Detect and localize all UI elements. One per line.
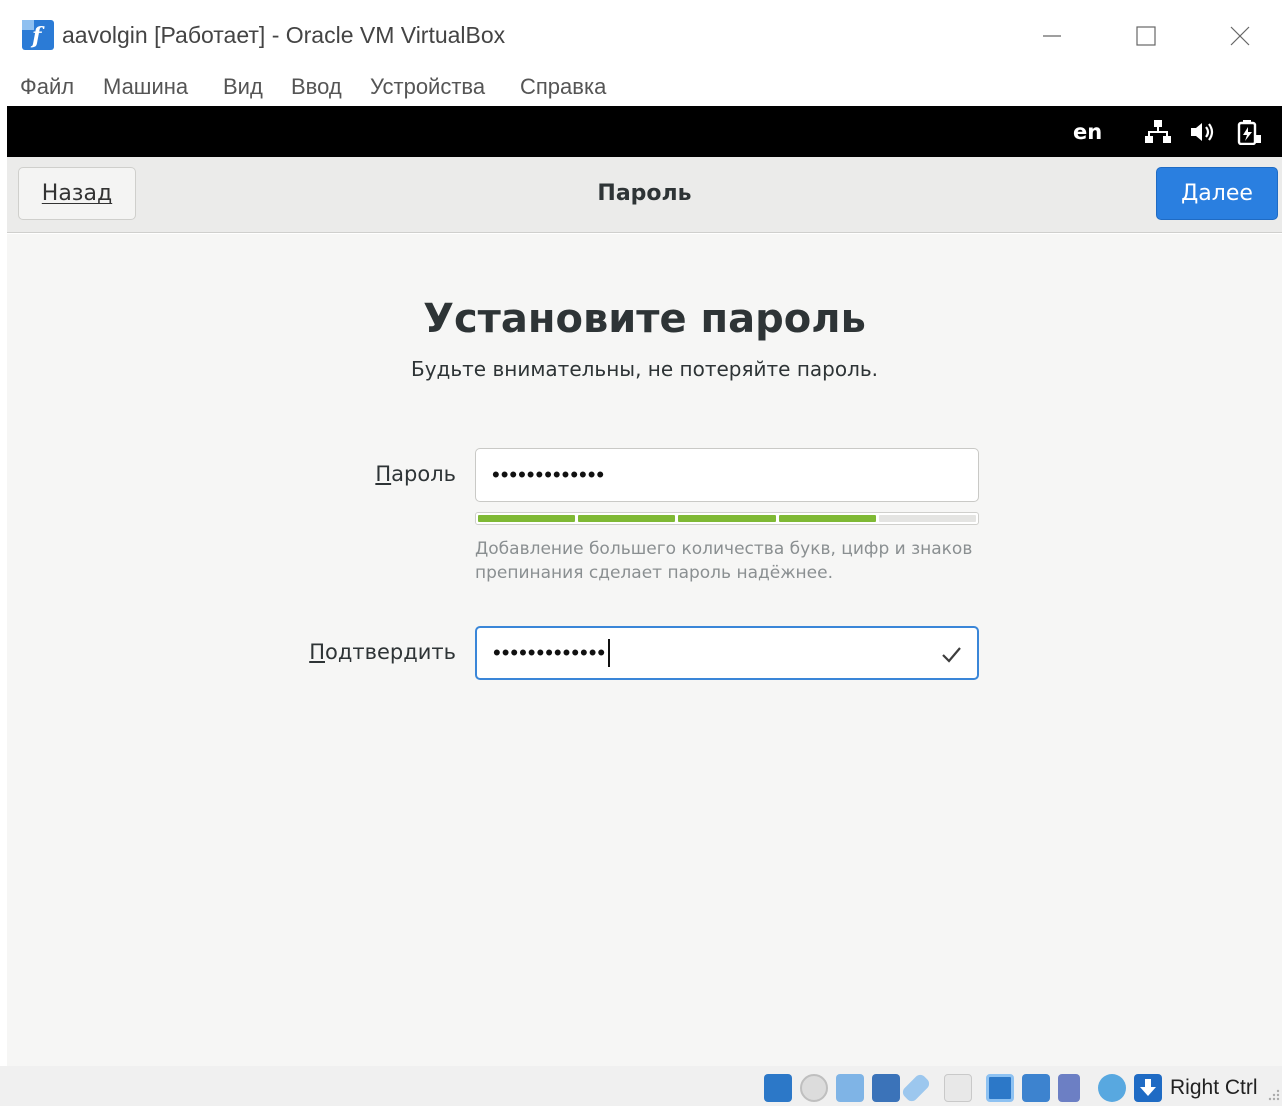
password-field[interactable]: •••••••••••••: [475, 448, 979, 502]
network-adapter-icon[interactable]: [872, 1074, 900, 1102]
confirm-password-field[interactable]: •••••••••••••: [475, 626, 979, 680]
confirm-label: Подтвердить: [309, 640, 456, 664]
vbox-icon[interactable]: [1058, 1074, 1080, 1102]
password-label: Пароль: [375, 462, 456, 486]
strength-segment: [778, 515, 876, 522]
volume-icon[interactable]: [1189, 119, 1217, 145]
menu-devices[interactable]: Устройства: [370, 74, 485, 100]
audio-icon[interactable]: [836, 1074, 864, 1102]
shared-folders-icon[interactable]: [944, 1074, 972, 1102]
menu-help[interactable]: Справка: [520, 74, 606, 100]
password-hint: Добавление большего количества букв, циф…: [475, 539, 973, 583]
installer-header: Назад Пароль Далее: [7, 157, 1282, 233]
battery-icon[interactable]: [1235, 119, 1263, 146]
hdd-icon[interactable]: [764, 1074, 792, 1102]
confirm-value: •••••••••••••: [493, 640, 607, 665]
vbox-status-bar: Right Ctrl: [0, 1066, 1282, 1106]
menu-input[interactable]: Ввод: [291, 74, 342, 100]
menu-view[interactable]: Вид: [223, 74, 263, 100]
strength-segment: [578, 515, 676, 522]
window-title: aavolgin [Работает] - Oracle VM VirtualB…: [62, 22, 506, 48]
usb-icon[interactable]: [900, 1072, 932, 1104]
video-capture-icon[interactable]: [1022, 1074, 1050, 1102]
page-heading: Установите пароль: [423, 296, 866, 342]
guest-top-bar: en: [7, 106, 1282, 157]
minimize-icon[interactable]: [1032, 18, 1072, 54]
mouse-integration-icon[interactable]: [1098, 1074, 1126, 1102]
password-value: •••••••••••••: [492, 462, 606, 487]
display-icon[interactable]: [986, 1074, 1014, 1102]
keyboard-layout-indicator[interactable]: en: [1073, 120, 1102, 144]
page-subheading: Будьте внимательны, не потеряйте пароль.: [410, 357, 879, 381]
password-strength-bar: [475, 512, 979, 525]
next-button[interactable]: Далее: [1156, 167, 1278, 220]
close-icon[interactable]: [1220, 18, 1260, 54]
page-title: Пароль: [597, 181, 692, 206]
strength-segment: [478, 515, 576, 522]
password-page: Установите пароль Будьте внимательны, не…: [7, 234, 1282, 1066]
optical-drive-icon[interactable]: [800, 1074, 828, 1102]
menu-bar: Файл Машина Вид Ввод Устройства Справка: [0, 68, 1282, 106]
window-titlebar: f aavolgin [Работает] - Oracle VM Virtua…: [0, 0, 1282, 68]
strength-segment: [678, 515, 776, 522]
network-icon[interactable]: [1144, 119, 1172, 145]
maximize-icon[interactable]: [1126, 18, 1166, 54]
text-caret: [608, 639, 611, 667]
host-key-label: Right Ctrl: [1170, 1076, 1258, 1099]
resize-grip-icon[interactable]: [1268, 1088, 1280, 1101]
next-button-label: Далее: [1181, 181, 1253, 206]
menu-machine[interactable]: Машина: [103, 74, 188, 100]
keyboard-capture-icon[interactable]: [1134, 1074, 1162, 1102]
checkmark-icon: [939, 642, 963, 666]
virtualbox-app-icon: f: [22, 20, 54, 50]
menu-file[interactable]: Файл: [20, 74, 74, 100]
strength-segment: [878, 515, 977, 522]
